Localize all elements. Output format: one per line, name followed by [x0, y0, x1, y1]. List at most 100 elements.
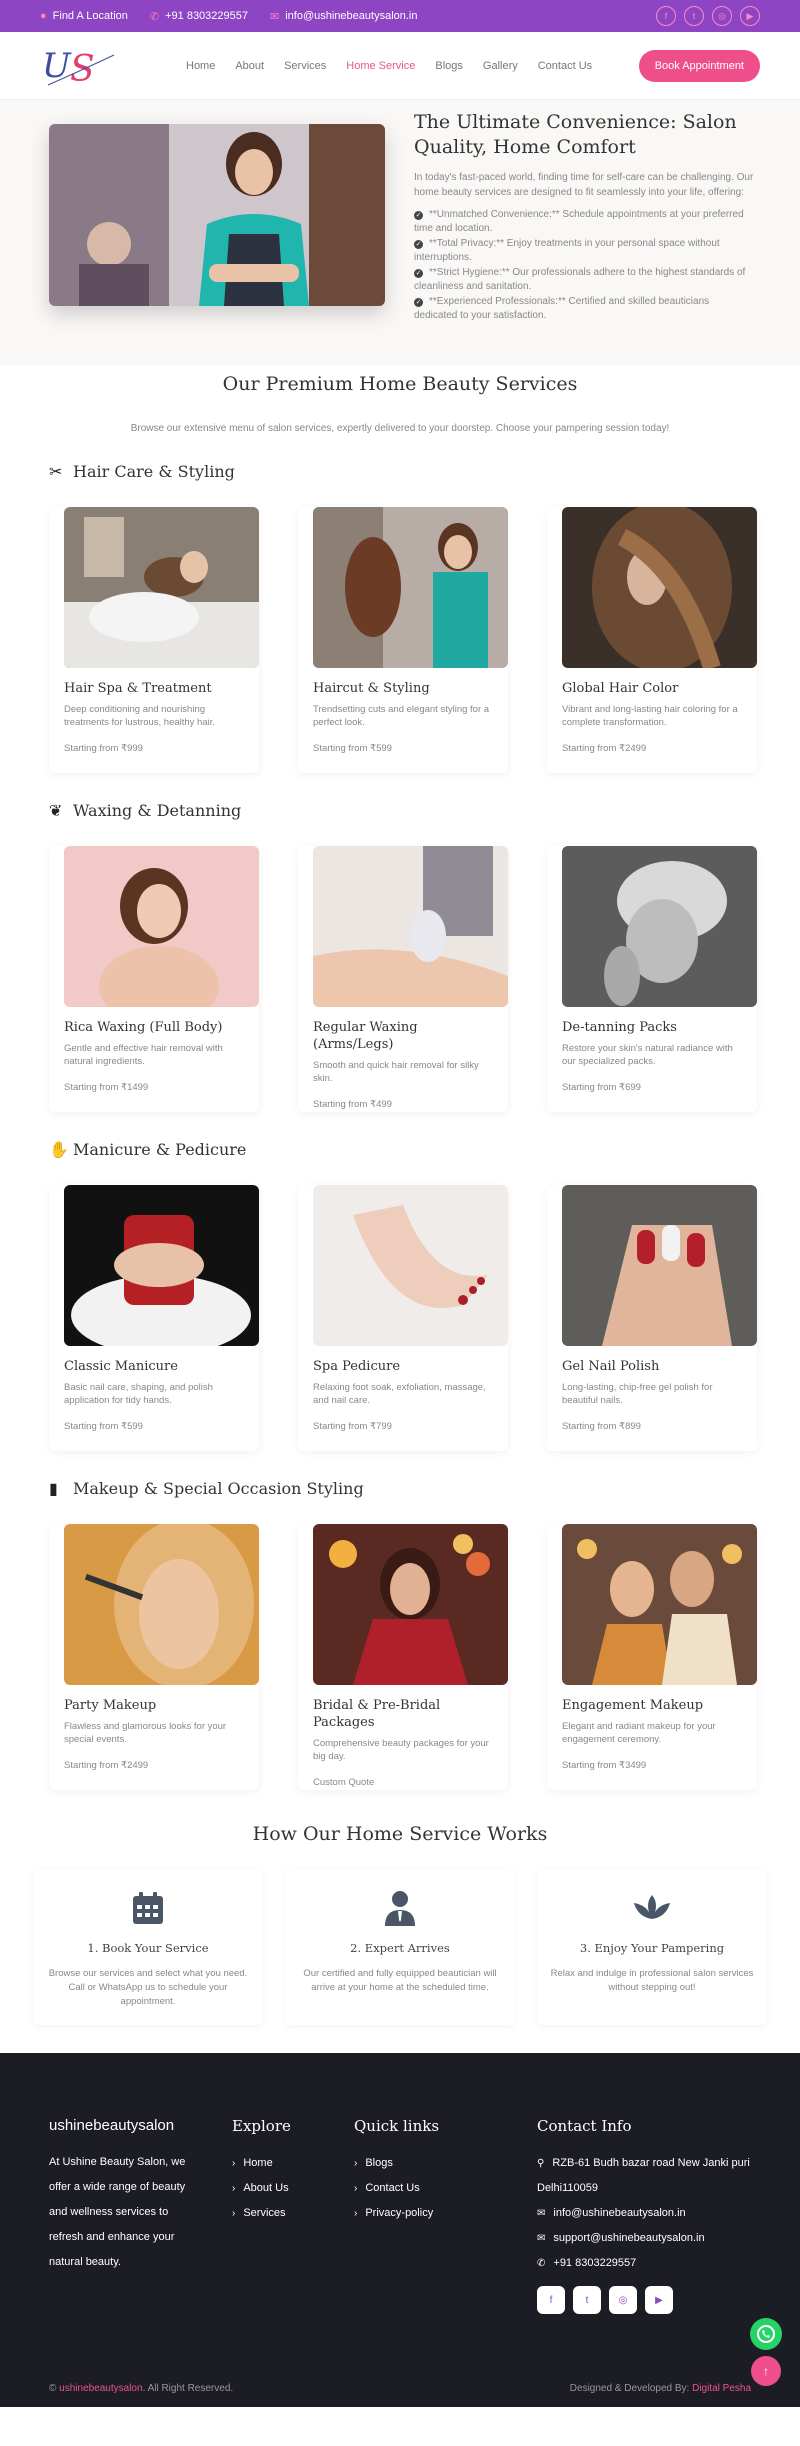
hero-image [49, 124, 385, 306]
service-image [562, 846, 757, 1007]
service-desc: Restore your skin's natural radiance wit… [562, 1043, 733, 1067]
service-card[interactable]: Engagement Makeup Elegant and radiant ma… [547, 1524, 757, 1790]
chevron-right-icon: › [232, 2208, 236, 2219]
nav-gallery[interactable]: Gallery [483, 60, 518, 72]
service-price: Starting from ₹999 [64, 743, 143, 754]
footer-about-text: At Ushine Beauty Salon, we offer a wide … [49, 2156, 186, 2268]
instagram-icon[interactable]: ◎ [609, 2286, 637, 2314]
services-title: Our Premium Home Beauty Services [222, 373, 578, 395]
footer-phone[interactable]: ✆ +91 8303229557 [537, 2251, 767, 2276]
service-desc: Gentle and effective hair removal with n… [64, 1043, 223, 1067]
hero-section: The Ultimate Convenience: Salon Quality,… [0, 100, 800, 365]
step-desc: Browse our services and select what you … [48, 1968, 248, 2007]
find-location-link[interactable]: ● Find A Location [40, 10, 128, 22]
category-waxing: ❦ Waxing & Detanning Rica Waxing (Full B… [0, 801, 800, 1112]
service-card[interactable]: De-tanning Packs Restore your skin's nat… [547, 846, 757, 1112]
check-circle-icon: ✓ [414, 211, 423, 220]
copyright-brand[interactable]: ushinebeautysalon [59, 2383, 142, 2394]
developer-link[interactable]: Digital Pesha [692, 2383, 751, 2394]
service-card[interactable]: Rica Waxing (Full Body) Gentle and effec… [49, 846, 259, 1112]
twitter-icon[interactable]: t [573, 2286, 601, 2314]
svg-text:U: U [42, 46, 72, 86]
facebook-icon[interactable]: f [656, 6, 676, 26]
service-image [64, 507, 259, 668]
service-card[interactable]: Bridal & Pre-Bridal Packages Comprehensi… [298, 1524, 508, 1790]
service-title: Rica Waxing (Full Body) [64, 1020, 223, 1035]
service-card[interactable]: Spa Pedicure Relaxing foot soak, exfolia… [298, 1185, 508, 1451]
service-card[interactable]: Party Makeup Flawless and glamorous look… [49, 1524, 259, 1790]
service-title: Engagement Makeup [562, 1698, 704, 1713]
service-desc: Elegant and radiant makeup for your enga… [562, 1721, 716, 1745]
hero-point: ✓ **Strict Hygiene:** Our professionals a… [414, 267, 746, 292]
chevron-right-icon: › [354, 2208, 358, 2219]
category-title: ✂ Hair Care & Styling [49, 462, 235, 481]
service-image [64, 1185, 259, 1346]
service-card[interactable]: Hair Spa & Treatment Deep conditioning a… [49, 507, 259, 773]
service-image [313, 1185, 508, 1346]
service-price: Starting from ₹499 [313, 1099, 392, 1110]
footer-link-blogs[interactable]: › Blogs [354, 2151, 439, 2176]
services-subtitle: Browse our extensive menu of salon servi… [130, 423, 670, 434]
twitter-icon[interactable]: t [684, 6, 704, 26]
footer-link-privacy[interactable]: › Privacy-policy [354, 2201, 439, 2226]
service-title: Bridal & Pre-Bridal Packages [313, 1698, 441, 1730]
footer-brand: ushinebeautysalon [49, 2117, 175, 2134]
category-title: ▮ Makeup & Special Occasion Styling [49, 1479, 364, 1498]
footer-link-home[interactable]: › Home [232, 2151, 291, 2176]
footer-email-info[interactable]: ✉ info@ushinebeautysalon.in [537, 2201, 767, 2226]
site-logo[interactable]: U S [40, 40, 120, 92]
nav-contact[interactable]: Contact Us [538, 60, 592, 72]
nav-blogs[interactable]: Blogs [435, 60, 463, 72]
nav-about[interactable]: About [235, 60, 264, 72]
service-title: Haircut & Styling [313, 681, 430, 696]
chevron-right-icon: › [354, 2158, 358, 2169]
map-marker-icon: ⚲ [537, 2158, 545, 2169]
category-makeup: ▮ Makeup & Special Occasion Styling Part… [0, 1479, 800, 1790]
service-title: Regular Waxing (Arms/Legs) [313, 1020, 418, 1052]
back-to-top-icon[interactable]: ↑ [751, 2356, 781, 2386]
service-title: Party Makeup [64, 1698, 157, 1713]
footer-link-about[interactable]: › About Us [232, 2176, 291, 2201]
hero-intro: In today's fast-paced world, finding tim… [414, 172, 754, 198]
hero-points: ✓ **Unmatched Convenience:** Schedule app… [414, 208, 754, 323]
footer-link-contact[interactable]: › Contact Us [354, 2176, 439, 2201]
service-price: Starting from ₹1499 [64, 1082, 149, 1093]
nav-services[interactable]: Services [284, 60, 326, 72]
hero-title: The Ultimate Convenience: Salon Quality,… [414, 111, 737, 158]
youtube-icon[interactable]: ▶ [740, 6, 760, 26]
nav-home-service[interactable]: Home Service [346, 60, 415, 72]
service-title: Global Hair Color [562, 681, 679, 696]
service-title: Gel Nail Polish [562, 1359, 660, 1374]
facebook-icon[interactable]: f [537, 2286, 565, 2314]
phone-link[interactable]: ✆ +91 8303229557 [150, 10, 248, 23]
service-card[interactable]: Gel Nail Polish Long-lasting, chip-free … [547, 1185, 757, 1451]
service-card[interactable]: Regular Waxing (Arms/Legs) Smooth and qu… [298, 846, 508, 1112]
service-price: Starting from ₹599 [313, 743, 392, 754]
service-card[interactable]: Haircut & Styling Trendsetting cuts and … [298, 507, 508, 773]
map-pin-icon: ● [40, 10, 47, 22]
step-card: 2. Expert Arrives Our certified and full… [286, 1869, 514, 2025]
top-social-links: f t ◎ ▶ [656, 6, 760, 26]
whatsapp-icon[interactable] [750, 2318, 782, 2350]
makeup-brush-icon: ▮ [49, 1479, 58, 1498]
youtube-icon[interactable]: ▶ [645, 2286, 673, 2314]
service-card[interactable]: Global Hair Color Vibrant and long-lasti… [547, 507, 757, 773]
service-card[interactable]: Classic Manicure Basic nail care, shapin… [49, 1185, 259, 1451]
footer-link-services[interactable]: › Services [232, 2201, 291, 2226]
step-title: 2. Expert Arrives [350, 1941, 450, 1955]
envelope-icon: ✉ [537, 2208, 546, 2219]
hero-text: The Ultimate Convenience: Salon Quality,… [414, 110, 754, 324]
footer-explore-title: Explore [232, 2117, 291, 2135]
service-desc: Relaxing foot soak, exfoliation, massage… [313, 1382, 486, 1406]
chevron-right-icon: › [232, 2158, 236, 2169]
top-bar: ● Find A Location ✆ +91 8303229557 ✉ inf… [0, 0, 800, 32]
service-image [562, 507, 757, 668]
check-circle-icon: ✓ [414, 298, 423, 307]
email-link[interactable]: ✉ info@ushinebeautysalon.in [270, 10, 417, 23]
nav-home[interactable]: Home [186, 60, 215, 72]
instagram-icon[interactable]: ◎ [712, 6, 732, 26]
category-title: ❦ Waxing & Detanning [49, 801, 242, 820]
footer-quick-title: Quick links [354, 2117, 440, 2135]
footer-email-support[interactable]: ✉ support@ushinebeautysalon.in [537, 2226, 767, 2251]
book-appointment-button[interactable]: Book Appointment [638, 49, 760, 82]
